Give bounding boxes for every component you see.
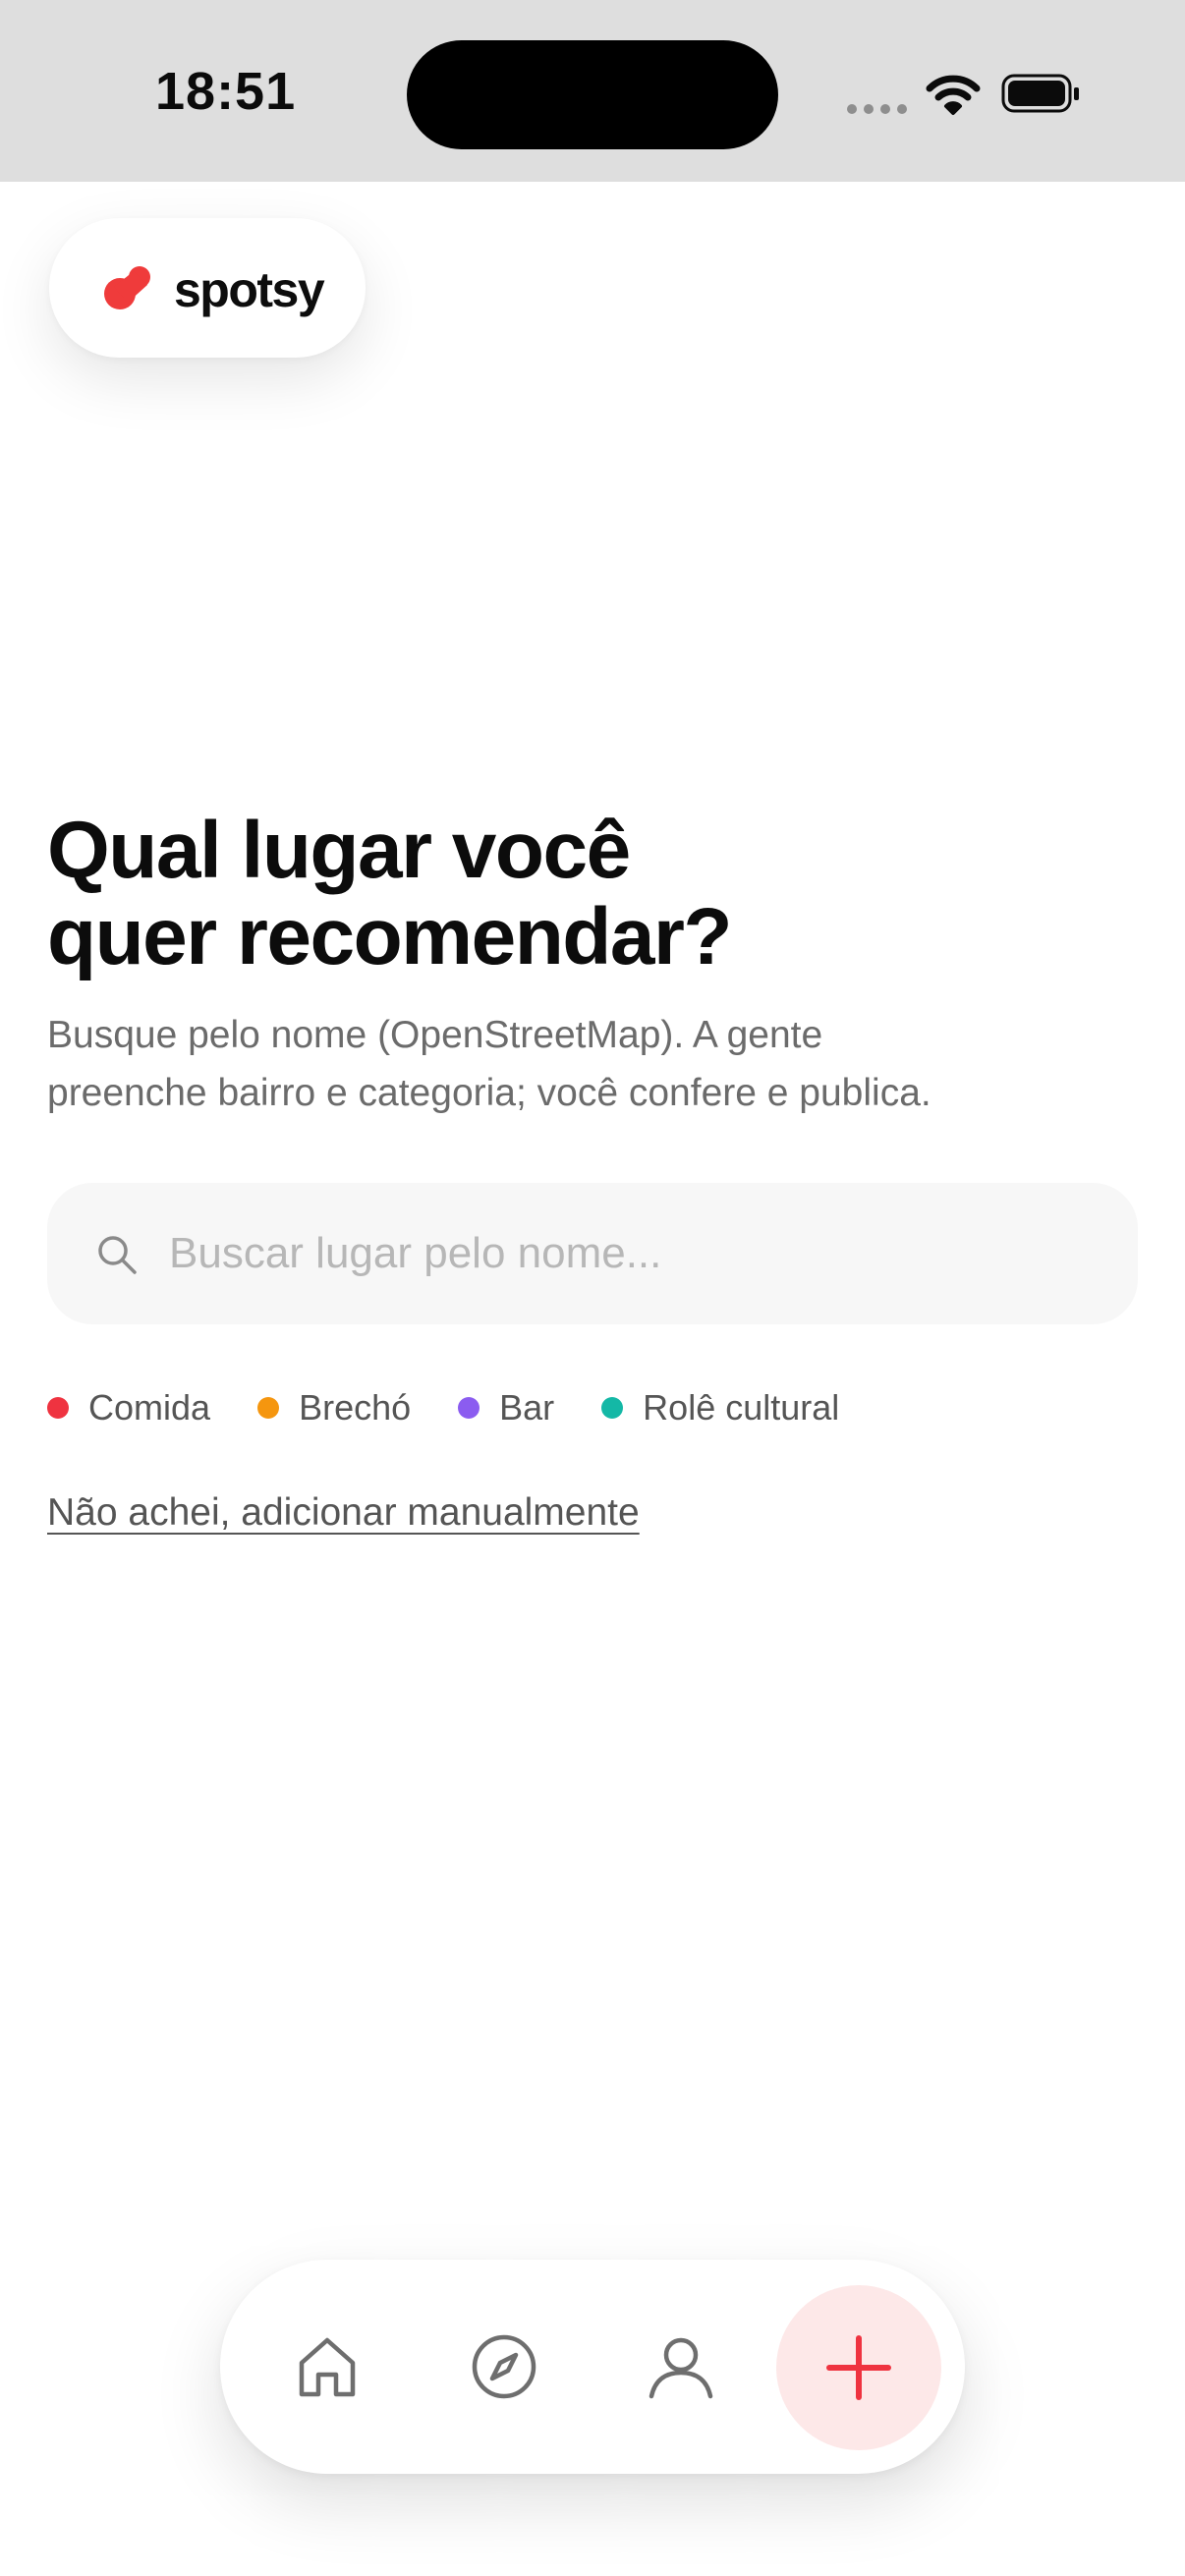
plus-icon xyxy=(826,2335,891,2400)
bottom-nav xyxy=(220,2260,965,2474)
add-place-button[interactable] xyxy=(776,2285,941,2450)
category-brecho: Brechó xyxy=(257,1387,411,1428)
compass-icon xyxy=(472,2334,536,2399)
add-manually-link[interactable]: Não achei, adicionar manualmente xyxy=(47,1491,640,1535)
screen: 18:51 spotsy Qual lugar você quer recome… xyxy=(0,0,1185,2576)
battery-icon xyxy=(1001,74,1079,113)
category-legend: Comida Brechó Bar Rolê cultural xyxy=(47,1383,886,1432)
page-title-line-2: quer recomendar? xyxy=(47,892,732,981)
nav-home-button[interactable] xyxy=(269,2309,385,2425)
page-subtitle-line-2: preenche bairro e categoria; você confer… xyxy=(47,1072,931,1114)
category-comida: Comida xyxy=(47,1387,210,1428)
page-subtitle-line-1: Busque pelo nome (OpenStreetMap). A gent… xyxy=(47,1014,823,1056)
page-subtitle: Busque pelo nome (OpenStreetMap). A gent… xyxy=(47,1006,1128,1122)
app-logo: spotsy xyxy=(49,218,366,358)
nav-profile-button[interactable] xyxy=(623,2309,739,2425)
category-bar: Bar xyxy=(458,1387,554,1428)
status-icons xyxy=(847,69,1083,118)
dynamic-island xyxy=(407,40,778,149)
status-bar: 18:51 xyxy=(0,0,1185,182)
page-title: Qual lugar você quer recomendar? xyxy=(47,808,1128,980)
search-input[interactable] xyxy=(169,1218,1093,1289)
search-box[interactable] xyxy=(47,1183,1138,1324)
page-title-line-1: Qual lugar você xyxy=(47,806,631,895)
home-icon xyxy=(299,2337,356,2397)
cellular-signal-icon xyxy=(847,104,907,114)
logo-text: spotsy xyxy=(174,262,325,317)
user-icon xyxy=(649,2337,713,2399)
category-label: Rolê cultural xyxy=(643,1387,840,1428)
category-label: Brechó xyxy=(299,1387,412,1428)
search-icon xyxy=(98,1236,137,1274)
category-label: Comida xyxy=(88,1387,211,1428)
nav-explore-button[interactable] xyxy=(446,2309,562,2425)
category-dot xyxy=(47,1397,69,1419)
category-dot xyxy=(257,1397,280,1419)
category-label: Bar xyxy=(499,1387,555,1428)
category-dot xyxy=(601,1397,624,1419)
category-role-cultural: Rolê cultural xyxy=(601,1387,839,1428)
logo-mark-icon xyxy=(104,266,150,309)
wifi-icon xyxy=(926,75,981,115)
status-time: 18:51 xyxy=(155,62,297,121)
category-dot xyxy=(458,1397,480,1419)
